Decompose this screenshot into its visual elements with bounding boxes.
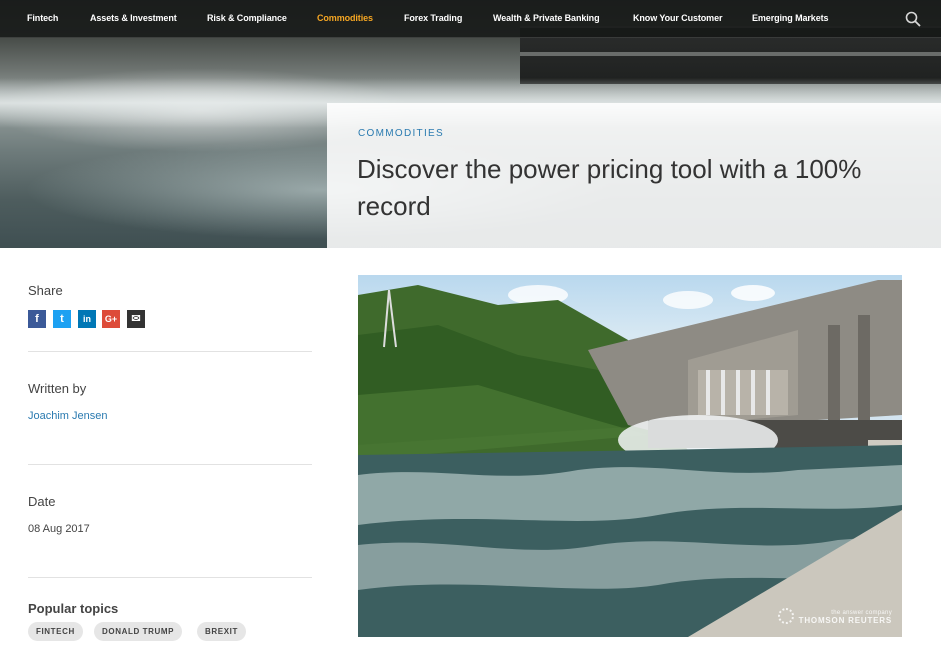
- date-heading: Date: [28, 494, 56, 509]
- nav-item-risk-compliance[interactable]: Risk & Compliance: [207, 13, 287, 23]
- nav-item-wealth-private-banking[interactable]: Wealth & Private Banking: [493, 13, 600, 23]
- author-link[interactable]: Joachim Jensen: [28, 410, 108, 422]
- nav-item-know-your-customer[interactable]: Know Your Customer: [633, 13, 722, 23]
- topic-tag-fintech[interactable]: FINTECH: [28, 622, 83, 641]
- share-heading: Share: [28, 283, 63, 298]
- nav-item-fintech[interactable]: Fintech: [27, 13, 58, 23]
- article-title: Discover the power pricing tool with a 1…: [357, 154, 862, 221]
- twitter-icon[interactable]: t: [53, 310, 71, 328]
- written-by-heading: Written by: [28, 381, 87, 396]
- popular-topics-heading: Popular topics: [28, 601, 119, 616]
- nav-item-assets-investment[interactable]: Assets & Investment: [90, 13, 177, 23]
- feature-image-dam: the answer company THOMSON REUTERS: [358, 275, 902, 637]
- category-label[interactable]: COMMODITIES: [358, 128, 444, 139]
- nav-item-emerging-markets[interactable]: Emerging Markets: [752, 13, 829, 23]
- article-title-panel: COMMODITIES Discover the power pricing t…: [327, 103, 941, 248]
- search-icon[interactable]: [905, 11, 921, 27]
- divider: [28, 351, 312, 352]
- topic-tag-donald-trump[interactable]: DONALD TRUMP: [94, 622, 183, 641]
- divider: [28, 464, 312, 465]
- linkedin-icon[interactable]: in: [78, 310, 96, 328]
- email-icon[interactable]: ✉: [127, 310, 145, 328]
- publish-date: 08 Aug 2017: [28, 523, 90, 535]
- divider: [28, 577, 312, 578]
- facebook-icon[interactable]: f: [28, 310, 46, 328]
- top-navigation: Fintech Assets & Investment Risk & Compl…: [0, 0, 941, 38]
- topic-tag-brexit[interactable]: BREXIT: [197, 622, 246, 641]
- thomson-reuters-logo: the answer company THOMSON REUTERS: [798, 610, 892, 625]
- nav-item-forex-trading[interactable]: Forex Trading: [404, 13, 462, 23]
- google-plus-icon[interactable]: G+: [102, 310, 120, 328]
- thomson-reuters-logo-icon: [778, 608, 794, 624]
- nav-item-commodities[interactable]: Commodities: [317, 13, 373, 23]
